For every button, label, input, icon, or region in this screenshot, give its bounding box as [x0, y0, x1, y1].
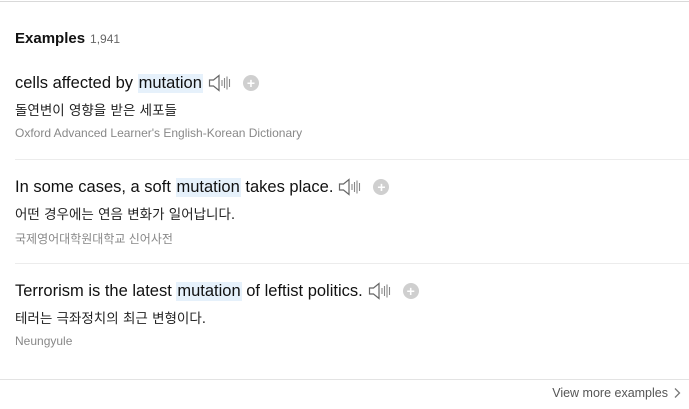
- example-translation: 테러는 극좌정치의 최근 변형이다.: [15, 311, 207, 327]
- example-item: Terrorism is the latest mutation of left…: [15, 280, 689, 348]
- example-divider: [15, 159, 689, 160]
- example-source[interactable]: Oxford Advanced Learner's English-Korean…: [15, 126, 689, 140]
- highlighted-term[interactable]: mutation: [175, 177, 241, 197]
- sentence-text: In some cases, a soft: [15, 177, 176, 196]
- sentence-text: Terrorism is the latest: [15, 281, 177, 300]
- view-more-label: View more examples: [552, 386, 668, 400]
- highlighted-term[interactable]: mutation: [176, 281, 242, 301]
- speaker-icon[interactable]: [338, 177, 364, 197]
- example-sentence: Terrorism is the latest mutation of left…: [15, 280, 689, 302]
- example-translation: 돌연변이 영향을 받은 세포들: [15, 103, 177, 119]
- example-item: cells affected by mutation + 돌연변이 영향을 받은…: [15, 72, 689, 140]
- example-sentence: cells affected by mutation +: [15, 72, 689, 94]
- example-item: In some cases, a soft mutation takes pla…: [15, 176, 689, 246]
- example-sentence: In some cases, a soft mutation takes pla…: [15, 176, 689, 198]
- examples-title: Examples: [15, 30, 86, 47]
- top-divider: [0, 1, 689, 2]
- view-more-examples-link[interactable]: View more examples: [552, 386, 681, 400]
- add-icon[interactable]: +: [373, 179, 390, 195]
- speaker-icon[interactable]: [208, 73, 234, 93]
- examples-count: 1,941: [90, 32, 121, 46]
- chevron-right-icon: [674, 388, 681, 398]
- examples-header: Examples 1,941: [15, 30, 120, 47]
- add-icon[interactable]: +: [402, 283, 419, 299]
- footer-divider: [0, 379, 689, 380]
- sentence-text: cells affected by: [15, 73, 138, 92]
- speaker-icon[interactable]: [368, 281, 394, 301]
- example-divider: [15, 263, 689, 264]
- sentence-text: takes place.: [240, 177, 334, 196]
- add-icon[interactable]: +: [242, 75, 259, 91]
- highlighted-term[interactable]: mutation: [137, 73, 203, 93]
- example-translation: 어떤 경우에는 연음 변화가 일어납니다.: [15, 207, 236, 223]
- example-source[interactable]: 국제영어대학원대학교 신어사전: [15, 230, 689, 246]
- sentence-text: of leftist politics.: [241, 281, 363, 300]
- example-source: Neungyule: [15, 334, 73, 348]
